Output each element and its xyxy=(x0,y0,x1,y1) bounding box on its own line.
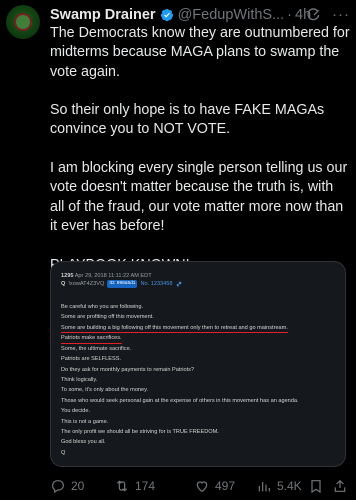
avatar[interactable] xyxy=(6,5,40,39)
like-count: 497 xyxy=(215,479,236,493)
tweet-paragraph xyxy=(50,82,350,101)
qpost-number: 1295 xyxy=(61,273,74,279)
tweet-paragraph: I am blocking every single person tellin… xyxy=(50,160,348,234)
views-chart-icon xyxy=(258,482,270,492)
views-count: 5.4K xyxy=(277,479,302,493)
bookmark-button[interactable] xyxy=(308,478,324,494)
grok-icon[interactable] xyxy=(306,7,322,23)
reply-button[interactable]: 20 xyxy=(50,478,84,494)
tweet-text: The Democrats know they are outnumbered … xyxy=(50,24,350,275)
qpost-line: Some are profiting off this movement. xyxy=(61,314,154,321)
qpost-line: Q xyxy=(61,449,66,456)
link-icon xyxy=(176,281,181,287)
avatar-image xyxy=(14,13,32,31)
qpost-line: Some, the ultimate sacrifice. xyxy=(61,345,132,352)
more-options-icon[interactable]: ··· xyxy=(332,6,350,23)
qpost-line: God bless you all. xyxy=(61,439,106,446)
qpost-line: This is not a game. xyxy=(61,418,109,425)
repost-count: 174 xyxy=(135,479,156,493)
qpost-line: To some, it's only about the money. xyxy=(61,387,149,394)
qpost-line: Think logically. xyxy=(61,377,98,384)
attached-image[interactable]: 1295 Apr 29, 2018 11:11:22 AM EDT Q !xow… xyxy=(50,261,346,467)
action-bar: 20 174 497 5.4K xyxy=(50,478,350,496)
qpost-line: Be careful who you are following. xyxy=(61,304,144,310)
repost-icon xyxy=(116,480,128,492)
author-name[interactable]: Swamp Drainer xyxy=(50,7,156,23)
qpost-line: Do they ask for monthly payments to rema… xyxy=(61,366,195,373)
qpost-number-link: No. 1233458 xyxy=(140,281,173,287)
share-button[interactable] xyxy=(332,478,348,494)
tweet-header: Swamp Drainer @FedupWithS... · 4h ··· xyxy=(50,6,350,24)
reply-icon xyxy=(52,480,64,494)
qpost-line: You decide. xyxy=(61,408,91,415)
qpost-line-underlined: Some are building a big following off th… xyxy=(61,324,288,334)
qpost-line: The only profit we should all be strivin… xyxy=(61,429,219,436)
qpost-body: Be careful who you are following. Some a… xyxy=(51,288,345,458)
tweet-paragraph xyxy=(50,140,350,159)
tweet-paragraph: The Democrats know they are outnumbered … xyxy=(50,25,350,80)
repost-button[interactable]: 174 xyxy=(114,478,155,494)
verified-badge-icon xyxy=(160,8,173,22)
bookmark-icon xyxy=(311,480,321,494)
heart-icon xyxy=(196,481,208,493)
qpost-line: Patriots are SELFLESS. xyxy=(61,356,122,363)
qpost-header: 1295 Apr 29, 2018 11:11:22 AM EDT Q !xow… xyxy=(51,262,345,288)
qpost-line-underlined: Patriots make sacrifices. xyxy=(61,334,122,344)
qpost-author: Q xyxy=(61,281,66,287)
author-handle[interactable]: @FedupWithS... xyxy=(178,7,285,23)
reply-count: 20 xyxy=(71,479,85,493)
separator-dot: · xyxy=(287,7,293,23)
qpost-id-tag: ID: 998a5d1 xyxy=(107,280,138,288)
views-button[interactable]: 5.4K xyxy=(256,478,302,494)
qpost-trip: !xowAT4Z3VQ xyxy=(68,281,105,287)
tweet-paragraph: So their only hope is to have FAKE MAGAs… xyxy=(50,102,325,138)
qpost-line: Those who would seek personal gain at th… xyxy=(61,397,299,404)
like-button[interactable]: 497 xyxy=(194,478,235,494)
share-icon xyxy=(334,479,346,492)
tweet-paragraph xyxy=(50,236,350,255)
qpost-date: Apr 29, 2018 11:11:22 AM EDT xyxy=(74,273,152,279)
